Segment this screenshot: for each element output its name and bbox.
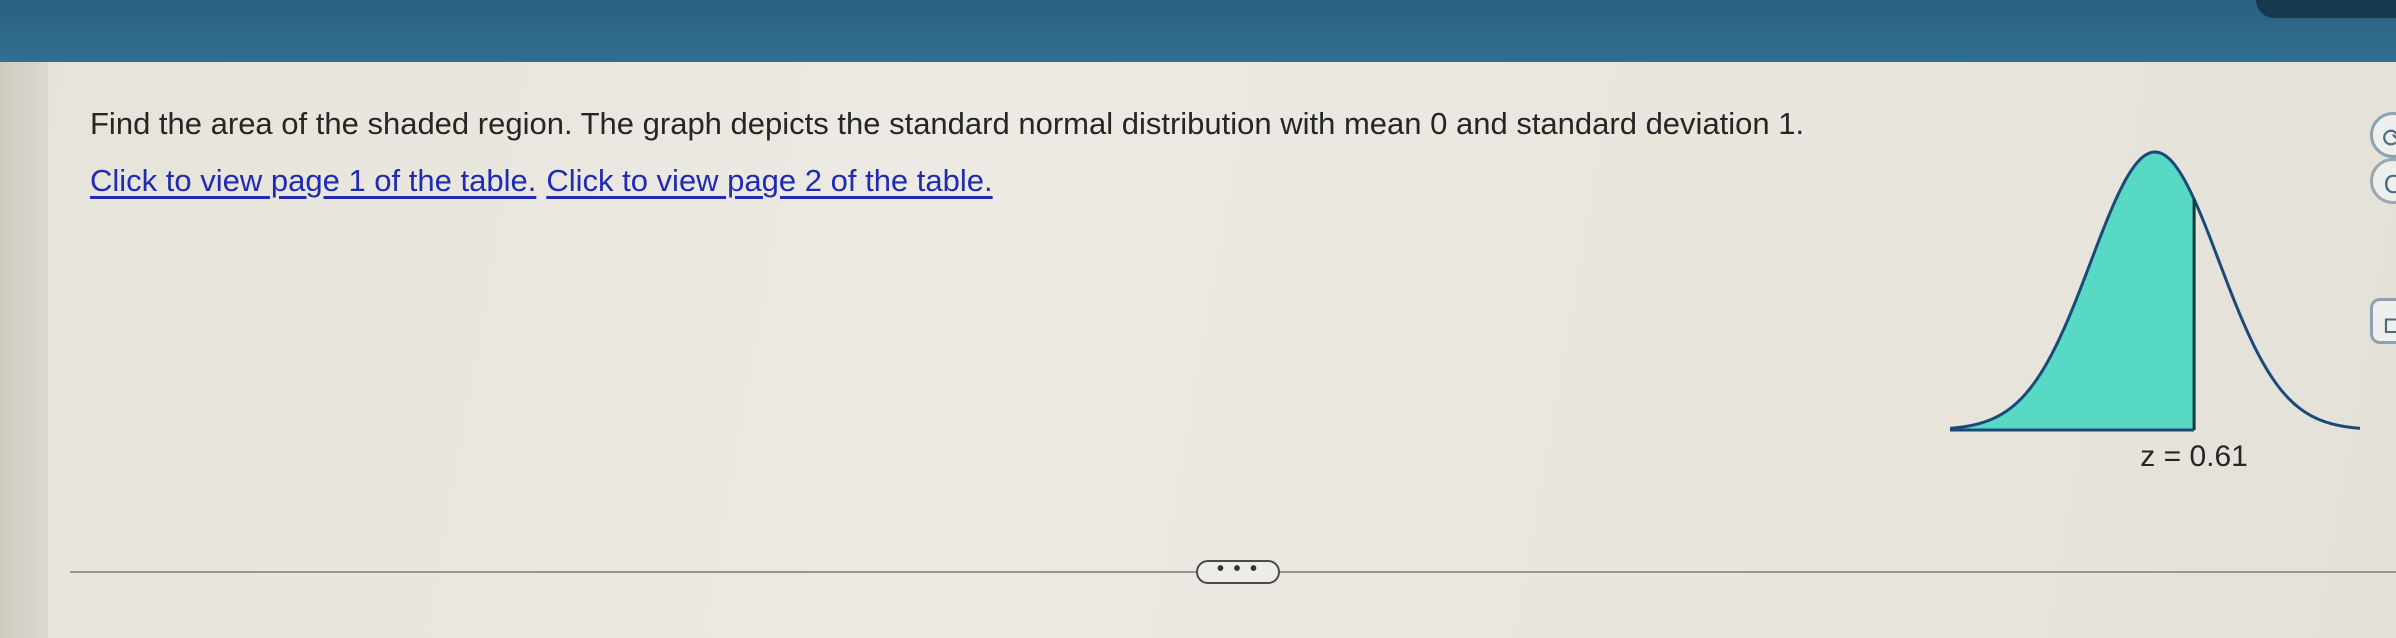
more-button[interactable]: • • • xyxy=(1196,559,1280,584)
divider-left xyxy=(70,571,1200,573)
shaded-region xyxy=(1950,152,2195,430)
divider-right xyxy=(1280,571,2396,573)
table-links: Click to view page 1 of the table. Click … xyxy=(90,163,1890,199)
left-edge xyxy=(0,62,48,638)
z-label: z = 0.61 xyxy=(2140,440,2248,473)
top-bar xyxy=(0,0,2396,66)
expand-icon[interactable]: ⊏ xyxy=(2370,298,2396,344)
question-content: Find the area of the shaded region. The … xyxy=(90,100,1890,199)
view-table-page-2-link[interactable]: Click to view page 2 of the table. xyxy=(546,163,992,198)
normal-distribution-graph: z = 0.61 xyxy=(1950,150,2360,473)
question-text: Find the area of the shaded region. The … xyxy=(90,106,1805,141)
top-bar-corner xyxy=(2256,0,2396,18)
view-table-page-1-link[interactable]: Click to view page 1 of the table. xyxy=(90,163,536,198)
